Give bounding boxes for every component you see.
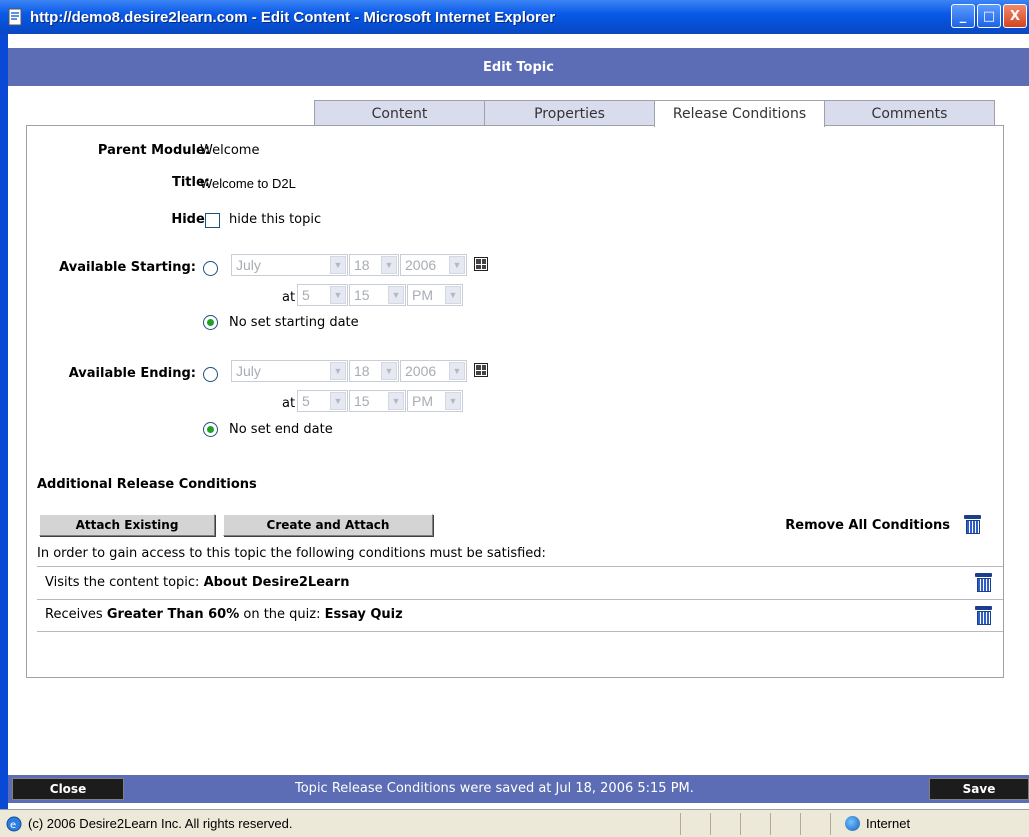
minimize-icon: _ (959, 8, 967, 24)
tab-content[interactable]: Content (314, 100, 485, 126)
divider (37, 599, 1003, 600)
hide-topic-checkbox-label: hide this topic (229, 212, 322, 227)
chevron-down-icon: ▼ (388, 286, 404, 304)
end-at-label: at (282, 396, 296, 411)
trash-icon[interactable] (975, 573, 992, 593)
no-end-date-label: No set end date (229, 422, 333, 437)
available-starting-radio[interactable] (203, 261, 218, 276)
status-segment (710, 813, 740, 835)
end-month-select[interactable]: July ▼ (231, 360, 348, 382)
status-segment (800, 813, 830, 835)
svg-text:e: e (10, 820, 16, 831)
tab-bar: Content Properties Release Conditions Co… (314, 100, 995, 127)
start-year-select[interactable]: 2006 ▼ (400, 254, 467, 276)
no-end-date-radio[interactable] (203, 422, 218, 437)
start-ampm-select[interactable]: PM ▼ (407, 284, 463, 306)
window-title: http://demo8.desire2learn.com - Edit Con… (30, 8, 556, 26)
top-strip (8, 34, 1029, 48)
close-button[interactable]: Close (12, 778, 124, 800)
start-minute-select[interactable]: 15 ▼ (349, 284, 406, 306)
chevron-down-icon: ▼ (449, 362, 465, 380)
page-header: Edit Topic (8, 48, 1029, 86)
chevron-down-icon: ▼ (330, 286, 346, 304)
remove-all-conditions-link[interactable]: Remove All Conditions (727, 518, 950, 533)
no-starting-date-label: No set starting date (229, 315, 359, 330)
close-window-button[interactable]: X (1003, 4, 1027, 28)
divider (37, 566, 1003, 567)
available-ending-radio[interactable] (203, 367, 218, 382)
divider (37, 631, 1003, 632)
parent-module-value: Welcome (200, 143, 260, 158)
chevron-down-icon: ▼ (381, 256, 397, 274)
condition-row-1: Visits the content topic: About Desire2L… (45, 575, 350, 590)
trash-icon[interactable] (975, 606, 992, 626)
condition-target: About Desire2Learn (203, 575, 350, 590)
end-hour-select[interactable]: 5 ▼ (297, 390, 348, 412)
internet-zone-icon (845, 816, 860, 831)
parent-module-label: Parent Module: (97, 143, 210, 158)
minimize-button[interactable]: _ (951, 4, 975, 28)
end-ampm-select[interactable]: PM ▼ (407, 390, 463, 412)
chevron-down-icon: ▼ (330, 256, 346, 274)
maximize-button[interactable]: □ (977, 4, 1001, 28)
conditions-intro: In order to gain access to this topic th… (37, 546, 546, 561)
close-icon: X (1009, 8, 1021, 24)
maximize-icon: □ (982, 8, 996, 24)
available-starting-label: Available Starting: (59, 260, 196, 275)
ie-page-done-icon: e (6, 816, 22, 835)
end-day-select[interactable]: 18 ▼ (349, 360, 399, 382)
chevron-down-icon: ▼ (388, 392, 404, 410)
title-label: Title: (171, 175, 210, 190)
hide-label: Hide: (171, 212, 210, 227)
create-and-attach-button[interactable]: Create and Attach (223, 514, 433, 536)
release-conditions-panel: Parent Module: Welcome Title: Welcome to… (26, 125, 1004, 678)
end-minute-select[interactable]: 15 ▼ (349, 390, 406, 412)
status-segment (680, 813, 710, 835)
chevron-down-icon: ▼ (381, 362, 397, 380)
no-starting-date-radio[interactable] (203, 315, 218, 330)
action-bar: Close Topic Release Conditions were save… (8, 775, 1029, 803)
window-frame-left (0, 34, 8, 809)
copyright-text: (c) 2006 Desire2Learn Inc. All rights re… (28, 816, 293, 831)
chevron-down-icon: ▼ (330, 362, 346, 380)
ie-page-icon (6, 8, 24, 26)
chevron-down-icon: ▼ (330, 392, 346, 410)
condition-row-2: Receives Greater Than 60% on the quiz: E… (45, 607, 403, 622)
zone-label: Internet (866, 816, 911, 831)
chevron-down-icon: ▼ (445, 286, 461, 304)
condition-target: Essay Quiz (324, 607, 403, 622)
browser-status-bar: e (c) 2006 Desire2Learn Inc. All rights … (0, 809, 1029, 837)
page-title: Edit Topic (483, 59, 554, 75)
save-button[interactable]: Save (929, 778, 1029, 800)
end-year-select[interactable]: 2006 ▼ (400, 360, 467, 382)
trash-icon[interactable] (964, 515, 981, 535)
additional-conditions-heading: Additional Release Conditions (37, 477, 257, 492)
available-ending-label: Available Ending: (68, 366, 196, 381)
start-hour-select[interactable]: 5 ▼ (297, 284, 348, 306)
start-month-select[interactable]: July ▼ (231, 254, 348, 276)
chevron-down-icon: ▼ (449, 256, 465, 274)
calendar-icon[interactable] (474, 257, 488, 271)
tab-release-conditions[interactable]: Release Conditions (654, 100, 825, 127)
calendar-icon[interactable] (474, 363, 488, 377)
start-day-select[interactable]: 18 ▼ (349, 254, 399, 276)
hide-topic-checkbox[interactable] (205, 213, 220, 228)
save-status-message: Topic Release Conditions were saved at J… (295, 781, 694, 796)
tab-comments[interactable]: Comments (824, 100, 995, 126)
attach-existing-button[interactable]: Attach Existing (39, 514, 215, 536)
start-at-label: at (282, 290, 296, 305)
chevron-down-icon: ▼ (445, 392, 461, 410)
status-segment (740, 813, 770, 835)
condition-threshold: Greater Than 60% (106, 607, 240, 622)
status-segment (770, 813, 800, 835)
tab-properties[interactable]: Properties (484, 100, 655, 126)
window-titlebar[interactable]: http://demo8.desire2learn.com - Edit Con… (0, 0, 1029, 34)
title-value: Welcome to D2L (200, 176, 296, 191)
